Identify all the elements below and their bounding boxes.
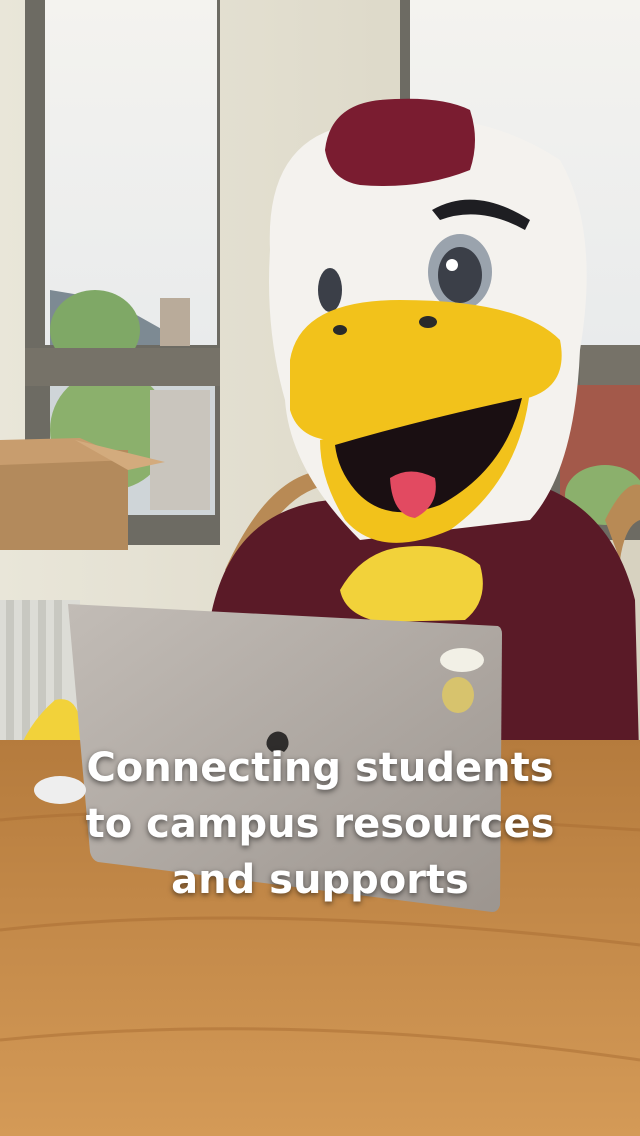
- caption-line-3: and supports: [171, 857, 469, 903]
- mascot-comb: [325, 98, 475, 186]
- laptop-sticker-1: [440, 648, 484, 672]
- photo-scene: [0, 0, 640, 1136]
- caption-overlay: Connecting students to campus resources …: [0, 740, 640, 908]
- caption-line-1: Connecting students: [86, 745, 554, 791]
- laptop-sticker-2: [442, 677, 474, 713]
- caption-line-2: to campus resources: [85, 801, 555, 847]
- photo-illustration: [0, 0, 640, 1136]
- mascot-head: [269, 98, 587, 543]
